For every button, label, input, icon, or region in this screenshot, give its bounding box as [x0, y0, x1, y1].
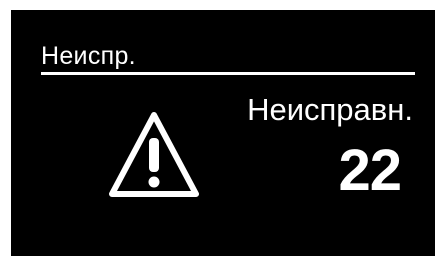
title-underline — [41, 72, 415, 75]
fault-label: Неисправн. — [247, 92, 413, 127]
warning-triangle-icon — [109, 112, 199, 197]
device-display: Неиспр. Неисправн. 22 — [11, 10, 435, 256]
menu-title: Неиспр. — [41, 42, 136, 70]
fault-count: 22 — [338, 138, 402, 203]
